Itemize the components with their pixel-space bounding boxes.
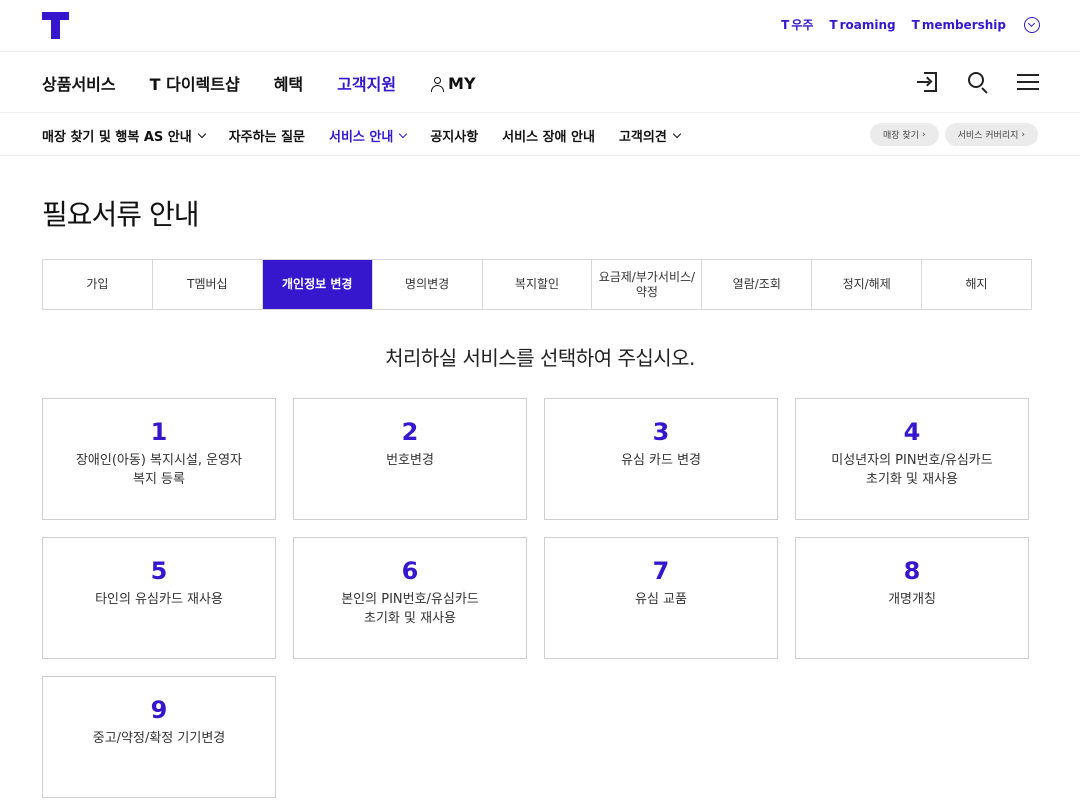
t-mark: T [781,17,790,32]
subnav-item-outage[interactable]: 서비스 장애 안내 [502,126,595,145]
subnav-item-store-as[interactable]: 매장 찾기 및 행복 AS 안내 [42,126,206,145]
hamburger-menu-icon[interactable] [1016,70,1040,94]
tab-ownership-change[interactable]: 명의변경 [373,260,483,309]
pill-label: 매장 찾기 [882,131,919,141]
subnav-label: 서비스 장애 안내 [502,130,595,145]
util-link-woojoo[interactable]: T 우주 [781,16,813,33]
nav-item-benefits[interactable]: 혜택 [274,71,303,95]
tab-welfare-discount[interactable]: 복지할인 [483,260,593,309]
tab-personal-info-change[interactable]: 개인정보 변경 [262,260,373,309]
subnav-item-service-guide[interactable]: 서비스 안내 [329,126,408,145]
login-icon[interactable] [916,70,940,94]
main-nav: 상품서비스 T 다이렉트샵 혜택 고객지원 MY [0,52,1080,113]
subnav-item-faq[interactable]: 자주하는 질문 [229,126,305,145]
subnav-item-notice[interactable]: 공지사항 [430,126,478,145]
top-bar: T 우주 Troaming Tmembership [0,0,1080,52]
tab-suspend-resume[interactable]: 정지/해제 [812,260,923,309]
nav-item-support[interactable]: 고객지원 [337,71,396,95]
tab-plan-addon-contract[interactable]: 요금제/부가서비스/ 약정 [592,260,703,309]
util-link-membership[interactable]: Tmembership [912,18,1006,32]
nav-item-products[interactable]: 상품서비스 [42,71,116,95]
service-label: 타인의 유심카드 재사용 [95,592,223,607]
service-label: 중고/약정/확정 기기변경 [92,731,226,746]
tab-cancel[interactable]: 해지 [922,260,1031,309]
nav-label: MY [448,73,476,93]
chevron-down-icon [672,129,682,138]
t-logo-icon[interactable] [42,12,70,40]
nav-item-direct-shop[interactable]: T 다이렉트샵 [150,71,240,95]
service-number: 1 [150,418,168,446]
service-label: 본인의 PIN번호/유심카드 초기화 및 재사용 [341,592,479,626]
tab-join[interactable]: 가입 [43,260,153,309]
service-card[interactable]: 9 중고/약정/확정 기기변경 [42,676,276,798]
tab-view-inquiry[interactable]: 열람/조회 [702,260,813,309]
service-number: 8 [903,557,921,585]
service-card[interactable]: 1 장애인(아동) 복지시설, 운영자 복지 등록 [42,398,276,520]
page-title: 필요서류 안내 [42,198,199,231]
util-link-label: 우주 [791,18,814,32]
service-label: 개명개칭 [888,592,936,607]
chevron-right-icon: › [921,129,926,140]
subnav-item-feedback[interactable]: 고객의견 [618,126,682,145]
util-link-label: roaming [839,17,896,32]
subnav-label: 고객의견 [618,130,667,145]
service-label: 미성년자의 PIN번호/유심카드 초기화 및 재사용 [831,453,993,487]
category-tabs: 가입 T멤버십 개인정보 변경 명의변경 복지할인 요금제/부가서비스/ 약정 … [42,259,1032,310]
service-card[interactable]: 4 미성년자의 PIN번호/유심카드 초기화 및 재사용 [795,398,1029,520]
store-finder-pill[interactable]: 매장 찾기 › [869,123,939,146]
utility-links: T 우주 Troaming Tmembership [781,16,1040,33]
subnav-label: 매장 찾기 및 행복 AS 안내 [42,130,192,145]
service-number: 7 [652,557,670,585]
subnav-label: 공지사항 [430,130,479,145]
pill-label: 서비스 커버리지 [957,131,1019,141]
selection-prompt: 처리하실 서비스를 선택하여 주십시오. [385,346,695,370]
t-mark: T [911,17,920,32]
person-icon [430,76,445,92]
subnav-label: 서비스 안내 [329,130,394,145]
util-link-roaming[interactable]: Troaming [829,18,895,32]
nav-item-my[interactable]: MY [430,71,476,95]
chevron-down-icon [197,129,206,138]
tab-membership[interactable]: T멤버십 [153,260,263,309]
chevron-down-circle-icon[interactable] [1024,16,1040,33]
subnav-label: 자주하는 질문 [228,130,305,145]
service-card[interactable]: 5 타인의 유심카드 재사용 [42,537,276,659]
service-grid: 1 장애인(아동) 복지시설, 운영자 복지 등록 2 번호변경 3 유심 카드 변경… [42,398,1030,798]
nav-label: T 다이렉트샵 [149,75,240,94]
service-label: 번호변경 [386,453,434,468]
service-card[interactable]: 8 개명개칭 [795,537,1029,659]
service-card[interactable]: 7 유심 교품 [544,537,778,659]
service-label: 유심 교품 [635,592,687,607]
search-icon[interactable] [966,70,990,94]
service-card[interactable]: 2 번호변경 [293,398,527,520]
service-label: 유심 카드 변경 [620,453,702,468]
nav-label: 혜택 [273,75,304,94]
service-number: 2 [401,418,419,446]
service-label: 장애인(아동) 복지시설, 운영자 복지 등록 [75,453,243,487]
service-number: 4 [903,418,921,446]
chevron-right-icon: › [1021,129,1025,140]
service-card[interactable]: 6 본인의 PIN번호/유심카드 초기화 및 재사용 [293,537,527,659]
service-number: 5 [150,557,168,585]
util-link-label: membership [921,17,1006,32]
service-card[interactable]: 3 유심 카드 변경 [544,398,778,520]
nav-label: 상품서비스 [42,75,116,94]
service-number: 6 [401,557,419,585]
coverage-pill[interactable]: 서비스 커버리지 › [944,123,1038,146]
t-mark: T [829,17,838,32]
sub-nav: 매장 찾기 및 행복 AS 안내 자주하는 질문 서비스 안내 공지사항 서비스… [0,113,1080,156]
service-number: 9 [150,696,168,724]
service-number: 3 [652,418,670,446]
chevron-down-icon [399,129,408,138]
nav-label: 고객지원 [337,75,397,94]
